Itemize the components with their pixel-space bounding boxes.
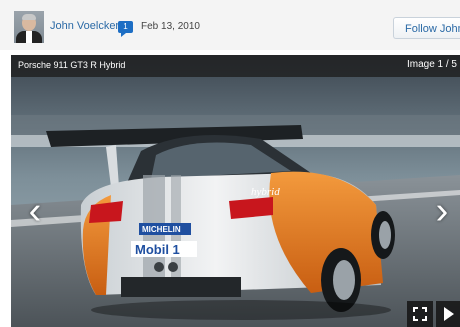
exhaust-left: [154, 262, 164, 272]
image-counter: Image 1 / 5: [406, 59, 457, 70]
fullscreen-button[interactable]: [407, 301, 433, 327]
gallery-photo[interactable]: MICHELIN Mobil 1 hybrid: [11, 55, 460, 327]
hybrid-text: hybrid: [251, 186, 280, 198]
michelin-text: MICHELIN: [142, 225, 181, 234]
rear-rim: [333, 260, 355, 300]
fullscreen-icon: [413, 307, 427, 321]
front-rim: [379, 221, 391, 249]
mobil-text: Mobil 1: [135, 242, 180, 257]
car-shadow: [91, 300, 391, 320]
chevron-right-icon[interactable]: ›: [432, 191, 452, 231]
publish-date: Feb 13, 2010: [141, 21, 200, 32]
gallery-title-bar: Porsche 911 GT3 R Hybrid Image 1 / 5: [11, 55, 460, 77]
follow-button[interactable]: Follow John: [393, 17, 460, 39]
author-avatar[interactable]: [14, 11, 44, 43]
author-link[interactable]: John Voelcker: [50, 20, 119, 32]
gallery-title: Porsche 911 GT3 R Hybrid: [18, 60, 126, 70]
image-gallery: Porsche 911 GT3 R Hybrid Image 1 / 5 MIC…: [11, 55, 460, 327]
diffuser: [121, 277, 241, 297]
chevron-left-icon[interactable]: ‹: [25, 191, 45, 231]
comment-count-icon[interactable]: 1: [118, 21, 133, 37]
avatar-shirt: [26, 31, 32, 43]
play-icon: [444, 307, 454, 321]
play-button[interactable]: [436, 301, 460, 327]
exhaust-right: [168, 262, 178, 272]
avatar-hair: [22, 14, 36, 20]
article-header: John Voelcker 1 Feb 13, 2010 Follow John: [0, 0, 460, 50]
